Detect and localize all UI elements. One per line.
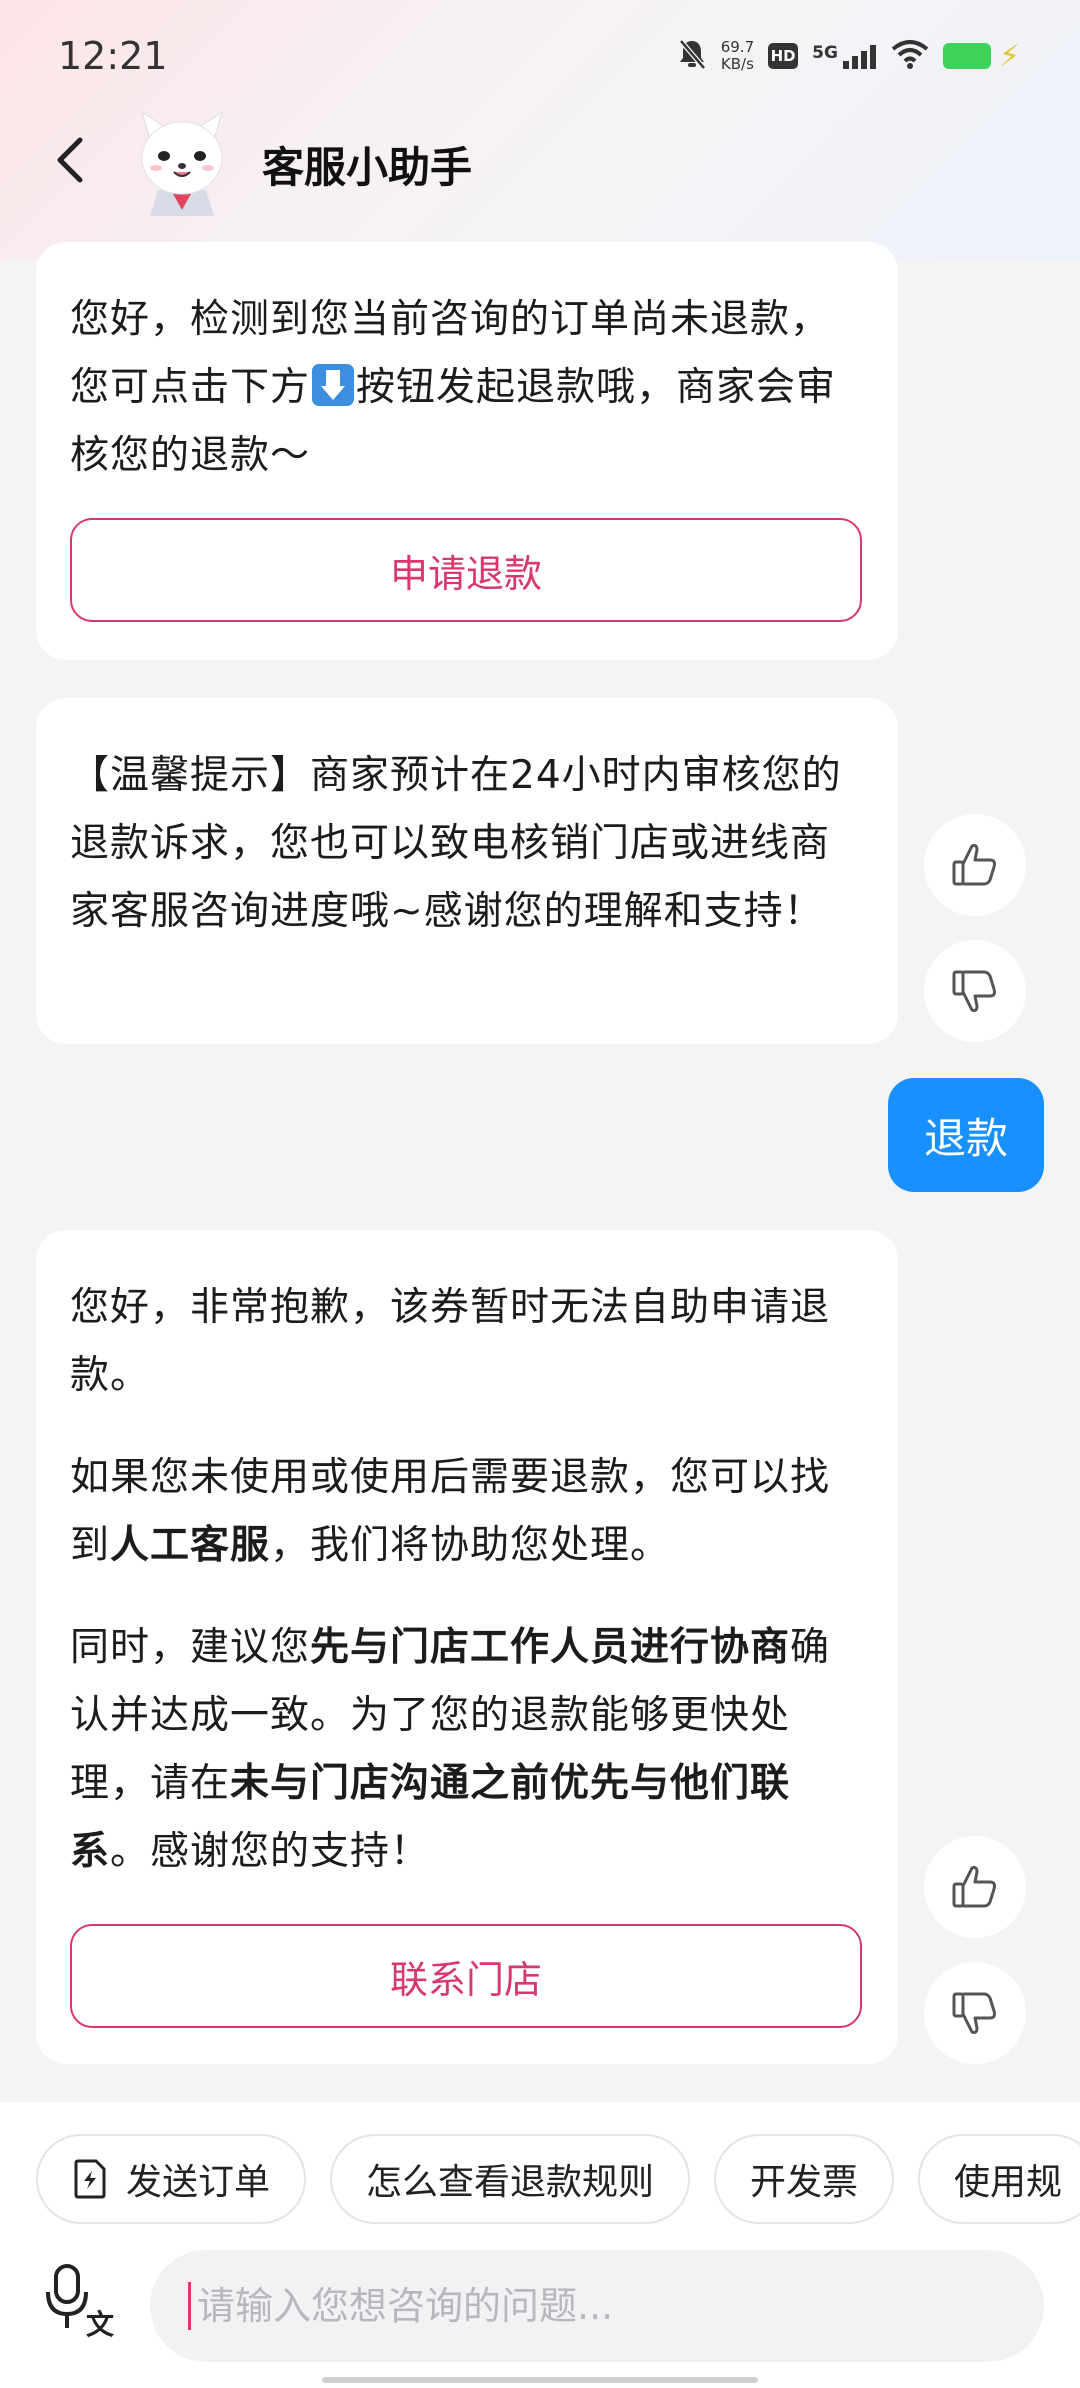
message-paragraph-3: 同时，建议您先与门店工作人员进行协商确认并达成一致。为了您的退款能够更快处理，请…	[70, 1614, 864, 1886]
message-input[interactable]	[195, 2283, 1019, 2329]
thumbs-down-button[interactable]	[924, 1962, 1026, 2064]
chip-send-order[interactable]: 发送订单	[36, 2134, 307, 2224]
human-service-highlight: 人工客服	[110, 1523, 271, 1568]
status-bar: 12:21 69.7 KB/s HD 5G ⚡	[0, 0, 1080, 120]
message-text-part: 。感谢您的支持！	[110, 1829, 431, 1874]
chevron-left-icon	[57, 137, 83, 183]
chip-invoice[interactable]: 开发票	[714, 2134, 895, 2224]
message-paragraph-1: 您好，非常抱歉，该券暂时无法自助申请退款。	[70, 1285, 831, 1398]
home-indicator	[322, 2377, 758, 2383]
chat-header: 客服小助手	[0, 110, 1080, 230]
status-time: 12:21	[58, 34, 168, 78]
message-text: 【温馨提示】商家预计在24小时内审核您的退款诉求，您也可以致电核销门店或进线商家…	[70, 753, 842, 934]
text-cursor	[188, 2282, 191, 2330]
net-speed-unit: KB/s	[720, 55, 754, 73]
contact-store-button[interactable]: 联系门店	[70, 1924, 862, 2028]
battery-icon	[942, 43, 991, 69]
thumbs-up-button[interactable]	[924, 814, 1026, 916]
thumbs-down-button[interactable]	[924, 940, 1026, 1042]
voice-to-text-button[interactable]: 文	[42, 2262, 122, 2342]
microphone-text-icon: 文	[46, 2264, 114, 2341]
chip-usage-rules[interactable]: 使用规	[918, 2134, 1080, 2224]
message-highlight: 先与门店工作人员进行协商	[310, 1625, 791, 1670]
apply-refund-button[interactable]: 申请退款	[70, 518, 862, 622]
assistant-avatar	[128, 110, 236, 216]
bot-message-refund-prompt: 您好，检测到您当前咨询的订单尚未退款，您可点击下方 按钮发起退款哦，商家会审核您的…	[36, 242, 898, 660]
down-arrow-emoji-icon	[312, 364, 355, 406]
bot-message-tip: 【温馨提示】商家预计在24小时内审核您的退款诉求，您也可以致电核销门店或进线商家…	[36, 698, 898, 1044]
message-text-part: 同时，建议您	[70, 1625, 311, 1670]
user-message: 退款	[888, 1078, 1044, 1192]
wifi-icon	[891, 39, 929, 73]
quick-reply-chips: 发送订单 怎么查看退款规则 开发票 使用规	[36, 2134, 1080, 2224]
message-text: 您好，检测到您当前咨询的订单尚未退款，您可点击下方 按钮发起退款哦，商家会审核您的…	[70, 286, 864, 490]
thumbs-down-icon	[952, 1992, 996, 2034]
thumbs-up-icon	[952, 844, 996, 886]
input-area: 发送订单 怎么查看退款规则 开发票 使用规 文	[0, 2102, 1080, 2388]
message-text-part: ，我们将协助您处理。	[270, 1523, 671, 1568]
svg-text:文: 文	[86, 2308, 114, 2341]
chat-title: 客服小助手	[262, 143, 473, 192]
order-file-icon	[72, 2159, 108, 2199]
thumbs-up-button[interactable]	[924, 1836, 1026, 1938]
mute-bell-icon	[677, 38, 707, 74]
net-speed-value: 69.7	[720, 38, 755, 56]
hd-badge: HD	[768, 43, 799, 69]
message-input-box[interactable]	[150, 2250, 1044, 2362]
net-speed: 69.7 KB/s	[721, 39, 754, 73]
chip-label: 发送订单	[126, 2162, 271, 2203]
signal-5g-icon: 5G	[812, 43, 877, 69]
network-label: 5G	[812, 43, 838, 63]
message-paragraph-2: 如果您未使用或使用后需要退款，您可以找到人工客服，我们将协助您处理。	[70, 1444, 864, 1580]
back-button[interactable]	[42, 130, 102, 190]
bot-message-refund-reply: 您好，非常抱歉，该券暂时无法自助申请退款。 如果您未使用或使用后需要退款，您可以…	[36, 1230, 898, 2064]
charging-bolt-icon: ⚡	[998, 38, 1020, 74]
status-icons: 69.7 KB/s HD 5G ⚡	[677, 38, 1020, 74]
thumbs-down-icon	[952, 970, 996, 1012]
chip-refund-rules[interactable]: 怎么查看退款规则	[330, 2134, 691, 2224]
thumbs-up-icon	[952, 1866, 996, 1908]
